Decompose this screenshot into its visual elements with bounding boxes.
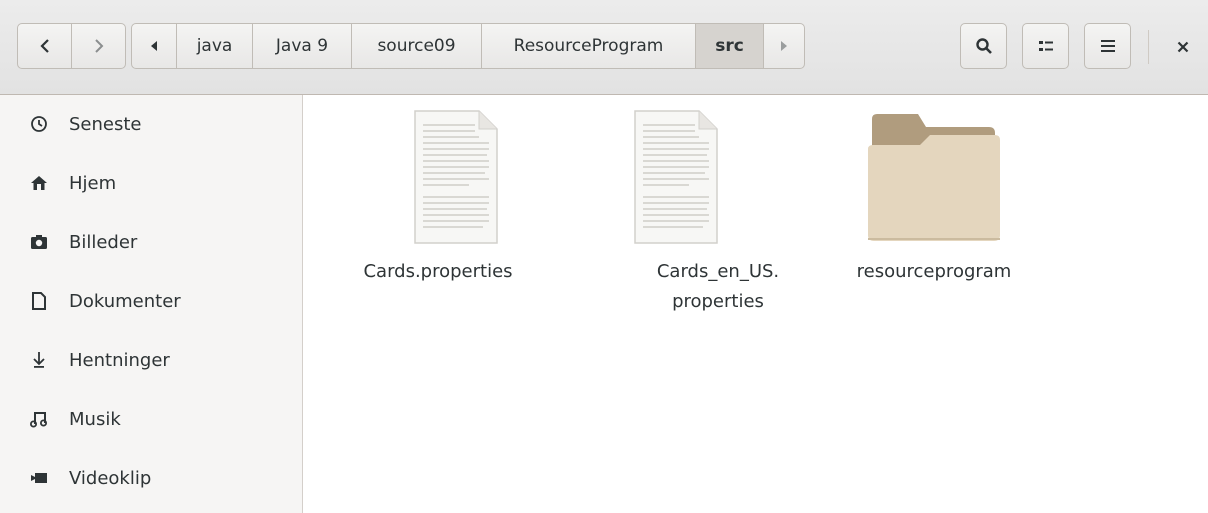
sidebar-item-label: Videoklip xyxy=(69,467,152,489)
sidebar-item-hjem[interactable]: Hjem xyxy=(0,154,302,212)
header-separator xyxy=(1148,30,1149,64)
breadcrumb-item-resourceprogram[interactable]: ResourceProgram xyxy=(481,24,695,68)
hamburger-menu-icon xyxy=(1100,40,1115,52)
breadcrumb-item-src[interactable]: src xyxy=(695,24,763,68)
text-file-icon xyxy=(414,110,498,244)
triangle-left-icon xyxy=(151,41,157,51)
file-view: Cards.properties Cards_en_US. properties… xyxy=(304,95,1208,513)
sidebar-item-videoklip[interactable]: Videoklip xyxy=(0,449,302,507)
home-icon xyxy=(30,174,56,192)
header-bar: java Java 9 source09 ResourceProgram src xyxy=(0,0,1208,95)
folder-item[interactable]: resourceprogram xyxy=(834,109,1034,299)
sidebar-item-label: Musik xyxy=(69,408,121,430)
text-file-icon xyxy=(634,110,718,244)
file-item[interactable]: Cards.properties xyxy=(338,109,538,299)
sidebar-item-label: Dokumenter xyxy=(69,290,181,312)
triangle-right-icon xyxy=(781,41,787,51)
close-button[interactable] xyxy=(1168,30,1198,64)
sidebar-item-seneste[interactable]: Seneste xyxy=(0,95,302,153)
video-icon xyxy=(30,469,56,487)
search-button[interactable] xyxy=(960,23,1007,69)
sidebar-item-label: Hjem xyxy=(69,172,117,194)
sidebar: Seneste Hjem Billeder Dokumenter Hentnin… xyxy=(0,95,303,513)
navigation-buttons xyxy=(17,23,126,69)
breadcrumb-item-java9[interactable]: Java 9 xyxy=(252,24,351,68)
sidebar-item-label: Seneste xyxy=(69,113,142,135)
file-item[interactable]: Cards_en_US. properties xyxy=(618,109,818,319)
sidebar-item-label: Billeder xyxy=(69,231,138,253)
sidebar-item-dokumenter[interactable]: Dokumenter xyxy=(0,272,302,330)
folder-name: resourceprogram xyxy=(856,261,1012,282)
chevron-left-icon xyxy=(39,39,49,53)
menu-button[interactable] xyxy=(1084,23,1131,69)
forward-button[interactable] xyxy=(71,24,125,68)
list-view-icon xyxy=(1038,41,1053,51)
list-view-button[interactable] xyxy=(1022,23,1069,69)
music-icon xyxy=(30,410,56,428)
file-name: Cards_en_US. xyxy=(656,261,780,282)
breadcrumb-item-source09[interactable]: source09 xyxy=(351,24,481,68)
sidebar-item-musik[interactable]: Musik xyxy=(0,390,302,448)
breadcrumb: java Java 9 source09 ResourceProgram src xyxy=(131,23,805,69)
back-button[interactable] xyxy=(18,24,71,68)
breadcrumb-scroll-right[interactable] xyxy=(763,24,804,68)
sidebar-item-label: Hentninger xyxy=(69,349,170,371)
search-icon xyxy=(975,38,992,54)
sidebar-item-hentninger[interactable]: Hentninger xyxy=(0,331,302,389)
sidebar-item-billeder[interactable]: Billeder xyxy=(0,213,302,271)
breadcrumb-scroll-left[interactable] xyxy=(132,24,176,68)
camera-icon xyxy=(30,233,56,251)
chevron-right-icon xyxy=(94,39,103,53)
clock-icon xyxy=(30,115,56,133)
file-name-line2: properties xyxy=(672,291,764,312)
close-icon xyxy=(1177,41,1189,53)
document-icon xyxy=(30,292,56,310)
download-icon xyxy=(30,351,56,369)
folder-icon xyxy=(868,114,1000,241)
file-name: Cards.properties xyxy=(363,261,513,282)
breadcrumb-item-java[interactable]: java xyxy=(176,24,252,68)
